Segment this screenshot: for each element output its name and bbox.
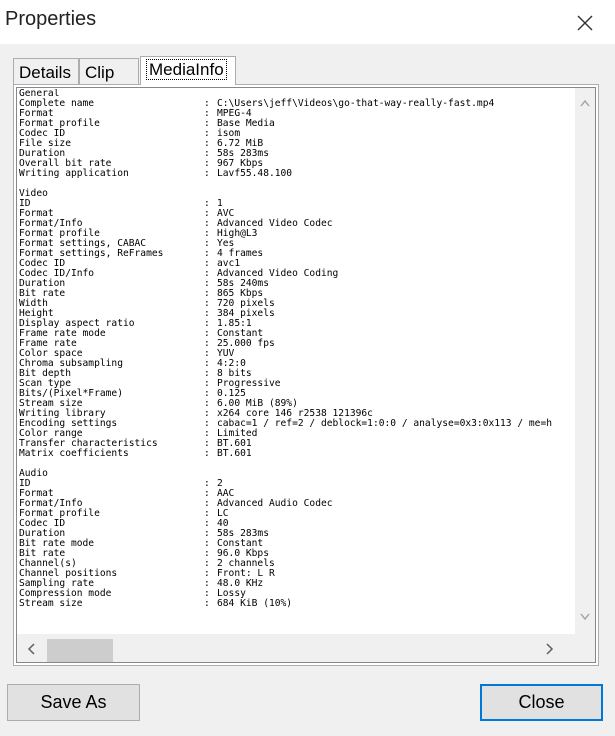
mediainfo-field-value: Advanced Audio Codec [217,498,333,509]
mediainfo-line: Bit depth:8 bits [19,369,569,379]
mediainfo-line: Chroma subsampling:4:2:0 [19,359,569,369]
mediainfo-field-value: C:\Users\jeff\Videos\go-that-way-really-… [217,98,495,109]
mediainfo-line: Format/Info: Advanced Video Codec [19,219,569,229]
mediainfo-content: General Complete name: C:\Users\jeff\Video… [19,89,569,635]
scroll-down-icon[interactable] [580,613,590,621]
mediainfo-line: Channel positions: Front: L R [19,569,569,579]
mediainfo-line: Frame rate mode: Constant [19,329,569,339]
mediainfo-line: Width:720 pixels [19,299,569,309]
mediainfo-line: Codec ID: isom [19,129,569,139]
mediainfo-line: ID:2 [19,479,569,489]
mediainfo-line: Compression mode: Lossy [19,589,569,599]
tab-details[interactable]: Details [13,58,79,84]
mediainfo-line: Codec ID:40 [19,519,569,529]
mediainfo-line: Duration:58s 283ms [19,529,569,539]
mediainfo-line: Format/Info: Advanced Audio Codec [19,499,569,509]
mediainfo-line: Complete name: C:\Users\jeff\Videos\go-th… [19,99,569,109]
horizontal-scroll-thumb[interactable] [47,639,113,662]
mediainfo-textbox[interactable]: General Complete name: C:\Users\jeff\Video… [16,87,596,663]
mediainfo-field-value: 684 KiB (10%) [217,598,293,609]
mediainfo-line: Format: MPEG-4 [19,109,569,119]
mediainfo-line: Codec ID/Info: Advanced Video Coding [19,269,569,279]
mediainfo-line: Matrix coefficients: BT.601 [19,449,569,459]
mediainfo-line: Format profile: Base Media [19,119,569,129]
mediainfo-separator: : [204,448,210,459]
mediainfo-line: Format profile: LC [19,509,569,519]
scroll-up-icon[interactable] [580,99,590,107]
close-button[interactable]: Close [480,684,603,721]
mediainfo-field-label: Matrix coefficients [19,448,129,459]
mediainfo-line: ID:1 [19,199,569,209]
tab-clip[interactable]: Clip [79,58,139,84]
mediainfo-field-label: Writing application [19,168,129,179]
save-as-button[interactable]: Save As [7,684,140,721]
vertical-scrollbar[interactable] [575,88,595,644]
tab-details-label: Details [19,63,71,82]
scroll-left-icon[interactable] [27,643,35,655]
mediainfo-line: Frame rate:25.000 fps [19,339,569,349]
mediainfo-separator: : [204,168,210,179]
mediainfo-line: Duration:58s 240ms [19,279,569,289]
close-icon[interactable] [571,9,599,37]
mediainfo-line: Stream size:684 KiB (10%) [19,599,569,609]
tab-mediainfo[interactable]: MediaInfo [140,56,236,85]
mediainfo-field-label: Stream size [19,598,83,609]
mediainfo-line: File size:6.72 MiB [19,139,569,149]
scrollbar-corner [575,634,595,662]
mediainfo-line: Video [19,189,569,199]
mediainfo-line: Format settings, ReFrames:4 frames [19,249,569,259]
mediainfo-field-value: cabac=1 / ref=2 / deblock=1:0:0 / analys… [217,418,553,429]
tab-clip-label: Clip [85,63,115,82]
horizontal-scrollbar[interactable] [17,634,575,662]
mediainfo-separator: : [204,598,210,609]
mediainfo-line: Bit rate:865 Kbps [19,289,569,299]
mediainfo-field-value: BT.601 [217,448,252,459]
scroll-right-icon[interactable] [546,643,554,655]
mediainfo-field-value: Lavf55.48.100 [217,168,293,179]
mediainfo-line: Bit rate mode: Constant [19,539,569,549]
mediainfo-line [19,179,569,189]
tab-mediainfo-label: MediaInfo [146,59,227,80]
mediainfo-line [19,459,569,469]
mediainfo-line: Encoding settings: cabac=1 / ref=2 / debl… [19,419,569,429]
mediainfo-line: Audio [19,469,569,479]
mediainfo-line: Bit rate:96.0 Kbps [19,549,569,559]
window-title: Properties [5,8,97,30]
title-bar: Properties [0,0,615,44]
mediainfo-line: Writing application: Lavf55.48.100 [19,169,569,179]
